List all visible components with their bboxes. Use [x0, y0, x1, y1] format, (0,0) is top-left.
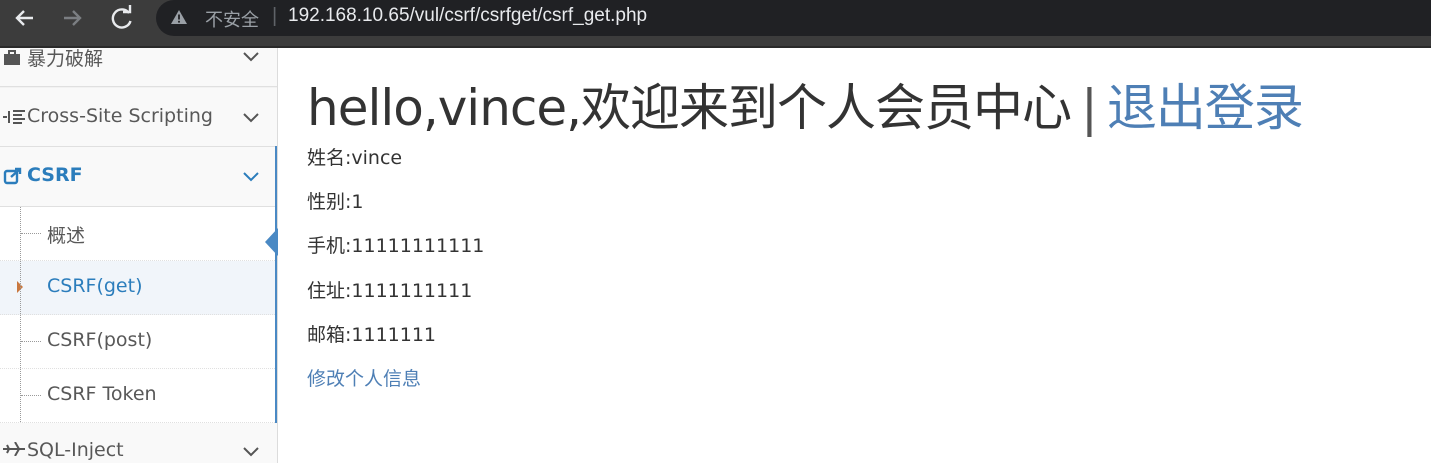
page-title: hello,vince,欢迎来到个人会员中心 | 退出登录	[307, 68, 1304, 140]
field-name: 姓名:vince	[307, 147, 403, 169]
chevron-down-icon	[243, 113, 259, 123]
sidebar-item-csrf-post[interactable]: CSRF(post)	[0, 315, 277, 369]
sidebar-item-csrf-token[interactable]: CSRF Token	[0, 369, 277, 423]
reload-icon	[111, 5, 132, 29]
sidebar-item-overview[interactable]: 概述	[0, 207, 277, 261]
greeting-text: hello,vince,欢迎来到个人会员中心	[307, 79, 1072, 137]
sidebar-group-label: SQL-Inject	[27, 439, 124, 461]
field-address: 住址:1111111111	[307, 280, 473, 302]
warning-icon[interactable]	[170, 9, 188, 25]
chevron-down-icon	[243, 447, 259, 457]
url-separator: |	[272, 5, 278, 27]
field-email: 邮箱:1111111	[307, 324, 437, 346]
plane-icon	[3, 442, 25, 456]
forward-button[interactable]	[57, 3, 87, 33]
back-button[interactable]	[10, 3, 40, 33]
sidebar-group-label: CSRF	[27, 164, 83, 186]
reload-button[interactable]	[107, 3, 137, 33]
sidebar-group-label: 暴力破解	[27, 48, 104, 70]
browser-toolbar: 不安全 | 192.168.10.65/vul/csrf/csrfget/csr…	[0, 0, 1431, 48]
sidebar-item-label: CSRF(post)	[47, 329, 153, 351]
sidebar-group-brute-force[interactable]: 暴力破解	[0, 48, 277, 87]
title-separator: |	[1081, 79, 1098, 137]
arrow-left-icon	[15, 10, 33, 26]
briefcase-icon	[4, 50, 20, 65]
sidebar-group-xss[interactable]: Cross-Site Scripting	[0, 88, 277, 147]
sidebar-group-sql-inject[interactable]: SQL-Inject	[0, 423, 277, 463]
address-bar[interactable]: 不安全 | 192.168.10.65/vul/csrf/csrfget/csr…	[156, 0, 1431, 36]
edit-profile-link[interactable]: 修改个人信息	[307, 364, 421, 391]
sidebar-item-label: CSRF Token	[47, 383, 157, 405]
chevron-down-icon	[243, 172, 259, 182]
chevron-down-icon	[243, 52, 259, 62]
url-text[interactable]: 192.168.10.65/vul/csrf/csrfget/csrf_get.…	[288, 5, 647, 27]
sidebar-item-label: 概述	[47, 225, 86, 247]
sidebar: 暴力破解 Cross-Site Scripting CSRF 概述 CSRF(g…	[0, 48, 278, 463]
field-phone: 手机:11111111111	[307, 235, 485, 257]
field-gender: 性别:1	[307, 191, 364, 213]
sidebar-group-label: Cross-Site Scripting	[27, 105, 213, 127]
sidebar-item-csrf-get[interactable]: CSRF(get)	[0, 261, 277, 315]
share-icon	[3, 167, 22, 185]
logout-link[interactable]: 退出登录	[1107, 79, 1304, 137]
sidebar-item-label: CSRF(get)	[47, 275, 143, 297]
security-status[interactable]: 不安全	[205, 6, 259, 32]
active-pointer-icon	[265, 228, 278, 256]
arrow-right-icon	[64, 10, 82, 26]
list-icon	[3, 110, 25, 124]
sidebar-group-csrf[interactable]: CSRF	[0, 147, 277, 207]
